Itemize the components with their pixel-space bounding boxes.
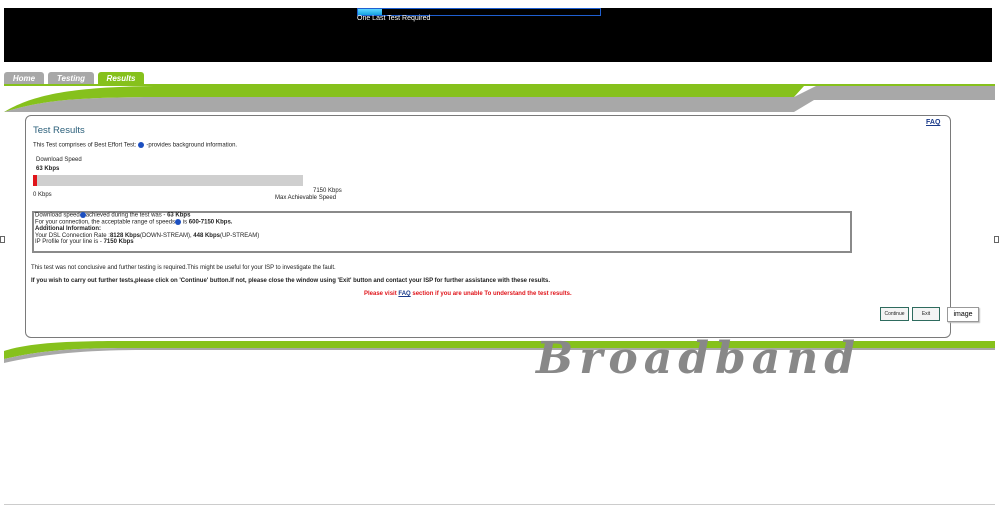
info-line-range: For your connection, the acceptable rang… xyxy=(35,219,233,226)
instruction-text: If you wish to carry out further tests,p… xyxy=(31,278,551,284)
exit-button[interactable]: Exit xyxy=(912,307,940,321)
panel-title: Test Results xyxy=(33,125,85,136)
inconclusive-note: This test was not conclusive and further… xyxy=(31,265,336,271)
download-speed-value: 63 Kbps xyxy=(36,166,60,172)
intro-text-after: -provides background information. xyxy=(146,142,238,149)
bottom-divider xyxy=(4,504,995,505)
left-edge-marker xyxy=(0,236,5,243)
info-line-download: Download speed achieved during the test w… xyxy=(35,212,191,219)
continue-button[interactable]: Continue xyxy=(880,307,909,321)
header-swoosh xyxy=(4,84,995,112)
speed-bar-fill xyxy=(33,175,38,186)
info-box-text: Download speed achieved during the test w… xyxy=(35,212,259,246)
progress-label: One Last Test Required xyxy=(357,15,431,22)
faq-hint-link[interactable]: FAQ xyxy=(398,291,410,297)
right-edge-marker xyxy=(994,236,999,243)
brand-wordmark: Broadband xyxy=(536,333,862,384)
speed-bar xyxy=(33,175,303,186)
intro-text: This Test comprises of Best Effort Test:… xyxy=(33,142,237,149)
download-speed-label: Download Speed xyxy=(36,157,82,163)
info-line-ip-profile: IP Profile for your line is - 7150 Kbps xyxy=(35,239,134,246)
image-button[interactable]: image xyxy=(947,307,979,322)
min-speed-label: 0 Kbps xyxy=(33,192,52,198)
faq-hint: Please visit FAQ section if you are unab… xyxy=(364,291,572,297)
top-banner xyxy=(4,8,992,62)
max-speed-label: Max Achievable Speed xyxy=(275,195,337,201)
intro-text-before: This Test comprises of Best Effort Test: xyxy=(33,142,137,149)
max-speed-value: 7150 Kbps xyxy=(313,188,342,194)
info-icon[interactable] xyxy=(138,142,145,148)
faq-link[interactable]: FAQ xyxy=(926,119,940,126)
